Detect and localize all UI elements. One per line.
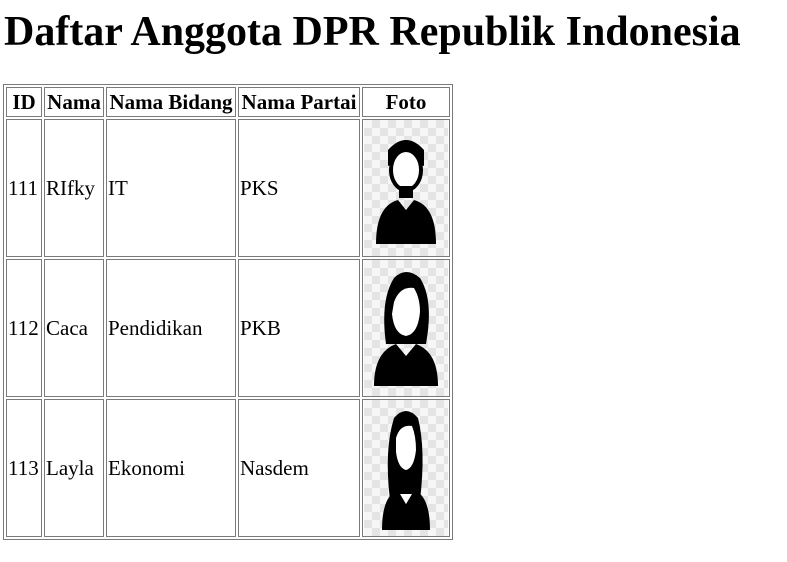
header-nama-bidang: Nama Bidang xyxy=(106,87,236,117)
header-nama-partai: Nama Partai xyxy=(238,87,360,117)
cell-id: 112 xyxy=(6,259,42,397)
cell-id: 111 xyxy=(6,119,42,257)
cell-nama-partai: PKB xyxy=(238,259,360,397)
cell-nama: Layla xyxy=(44,399,104,537)
page-title: Daftar Anggota DPR Republik Indonesia xyxy=(4,9,741,55)
cell-foto xyxy=(362,119,450,257)
members-table: ID Nama Nama Bidang Nama Partai Foto 111… xyxy=(3,84,453,540)
table-header-row: ID Nama Nama Bidang Nama Partai Foto xyxy=(6,87,450,117)
table-row: 112 Caca Pendidikan PKB xyxy=(6,259,450,397)
female-avatar-icon xyxy=(364,260,448,396)
cell-id: 113 xyxy=(6,399,42,537)
cell-foto xyxy=(362,399,450,537)
female-long-hair-avatar-icon xyxy=(364,400,448,536)
cell-nama-partai: PKS xyxy=(238,119,360,257)
cell-nama: Caca xyxy=(44,259,104,397)
male-avatar-icon xyxy=(364,120,448,256)
header-nama: Nama xyxy=(44,87,104,117)
cell-nama-partai: Nasdem xyxy=(238,399,360,537)
cell-nama: RIfky xyxy=(44,119,104,257)
cell-nama-bidang: Ekonomi xyxy=(106,399,236,537)
cell-nama-bidang: Pendidikan xyxy=(106,259,236,397)
header-id: ID xyxy=(6,87,42,117)
cell-nama-bidang: IT xyxy=(106,119,236,257)
cell-foto xyxy=(362,259,450,397)
table-row: 113 Layla Ekonomi Nasdem xyxy=(6,399,450,537)
header-foto: Foto xyxy=(362,87,450,117)
table-row: 111 RIfky IT PKS xyxy=(6,119,450,257)
